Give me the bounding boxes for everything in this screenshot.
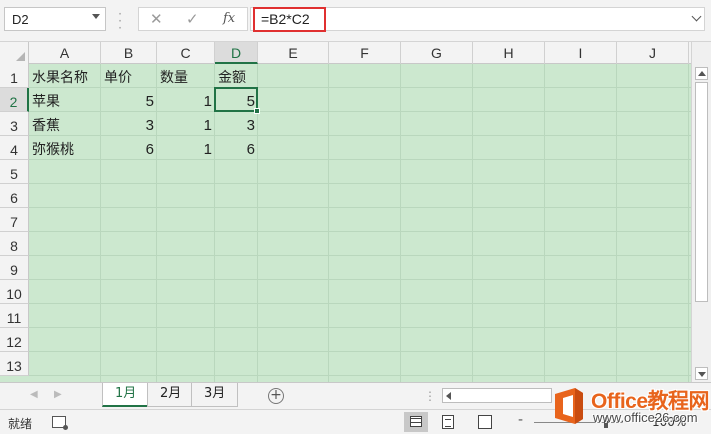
normal-view-button[interactable]: [404, 412, 428, 432]
column-header-c[interactable]: C: [157, 42, 215, 64]
formula-text: =B2*C2: [261, 11, 310, 27]
sheet-tab-2[interactable]: 2月: [147, 383, 195, 407]
select-all-icon: [16, 52, 25, 61]
tab-split-grip-icon[interactable]: ⋮: [424, 389, 436, 403]
cell-a4[interactable]: 弥猴桃: [29, 138, 101, 162]
next-sheet-icon[interactable]: ▶: [54, 389, 62, 400]
cell-a2[interactable]: 苹果: [29, 90, 101, 114]
column-header-h[interactable]: H: [473, 42, 545, 64]
cell-b1[interactable]: 单价: [101, 66, 157, 90]
gridline: [29, 351, 691, 352]
gridline: [29, 183, 691, 184]
formula-buttons: ✕ ✓ fx: [138, 7, 248, 31]
row-header-4[interactable]: 4: [0, 136, 29, 160]
row-header-9[interactable]: 9: [0, 256, 29, 280]
vertical-scroll-thumb[interactable]: [695, 82, 708, 302]
vertical-scrollbar[interactable]: [691, 42, 711, 382]
name-box-dropdown-icon[interactable]: [92, 14, 100, 19]
formula-bar-grip-icon[interactable]: · · ·: [117, 8, 123, 34]
row-header-8[interactable]: 8: [0, 232, 29, 256]
insert-function-button[interactable]: fx: [223, 11, 235, 26]
row-header-13[interactable]: 13: [0, 352, 29, 376]
office-logo-icon: [555, 388, 583, 424]
formula-bar: D2 · · · ✕ ✓ fx =B2*C2: [0, 0, 711, 42]
fill-handle[interactable]: [254, 108, 260, 114]
expand-formula-bar-icon[interactable]: [691, 11, 702, 22]
column-header-g[interactable]: G: [401, 42, 473, 64]
cancel-icon[interactable]: ✕: [150, 10, 163, 28]
row-header-3[interactable]: 3: [0, 112, 29, 136]
row-header-10[interactable]: 10: [0, 280, 29, 304]
select-all-button[interactable]: [0, 42, 29, 64]
add-sheet-button[interactable]: +: [268, 388, 284, 404]
cell-b2[interactable]: 5: [101, 90, 157, 114]
row-header-5[interactable]: 5: [0, 160, 29, 184]
scroll-down-icon[interactable]: [695, 367, 708, 380]
cell-c3[interactable]: 1: [157, 114, 215, 138]
enter-icon[interactable]: ✓: [186, 10, 199, 28]
scroll-left-icon[interactable]: [446, 392, 451, 400]
cell-c4[interactable]: 1: [157, 138, 215, 162]
row-header-12[interactable]: 12: [0, 328, 29, 352]
row-header-2[interactable]: 2: [0, 88, 29, 112]
row-header-1[interactable]: 1: [0, 64, 29, 88]
normal-view-icon: [410, 416, 422, 427]
row-header-11[interactable]: 11: [0, 304, 29, 328]
cell-a1[interactable]: 水果名称: [29, 66, 101, 90]
gridline: [29, 303, 691, 304]
cell-b4[interactable]: 6: [101, 138, 157, 162]
gridline: [29, 255, 691, 256]
column-header-j[interactable]: J: [617, 42, 689, 64]
sheet-tab-3[interactable]: 3月: [191, 383, 239, 407]
horizontal-scrollbar[interactable]: [442, 388, 552, 403]
macro-record-icon[interactable]: [52, 416, 68, 430]
column-header-f[interactable]: F: [329, 42, 401, 64]
cell-c2[interactable]: 1: [157, 90, 215, 114]
gridline: [29, 231, 691, 232]
row-header-7[interactable]: 7: [0, 208, 29, 232]
column-header-a[interactable]: A: [29, 42, 101, 64]
cell-d3[interactable]: 3: [215, 114, 258, 138]
gridline: [29, 279, 691, 280]
cell-b3[interactable]: 3: [101, 114, 157, 138]
column-header-i[interactable]: I: [545, 42, 617, 64]
prev-sheet-icon[interactable]: ◀: [30, 389, 38, 400]
spreadsheet-grid[interactable]: ABCDEFGHIJ 1 2 3 4 5 6 7 8 9 10 11 12 13 水果名称 单价 数量 金额 苹果…: [0, 42, 691, 382]
gridline: [29, 207, 691, 208]
zoom-out-button[interactable]: -: [518, 412, 523, 428]
gridline: [29, 327, 691, 328]
scroll-up-icon[interactable]: [695, 67, 708, 80]
formula-input[interactable]: =B2*C2: [250, 7, 705, 32]
page-break-view-icon[interactable]: [478, 415, 492, 429]
gridline: [29, 375, 691, 376]
cell-c1[interactable]: 数量: [157, 66, 215, 90]
column-header-e[interactable]: E: [258, 42, 329, 64]
page-layout-view-icon[interactable]: [442, 415, 454, 429]
name-box-value: D2: [12, 12, 29, 27]
status-text: 就绪: [8, 417, 33, 431]
name-box[interactable]: D2: [4, 7, 106, 31]
column-header-b[interactable]: B: [101, 42, 157, 64]
sheet-tab-1[interactable]: 1月: [102, 383, 150, 407]
row-header-6[interactable]: 6: [0, 184, 29, 208]
watermark-url: www.office26.com: [593, 410, 698, 425]
active-cell-border: [214, 87, 260, 114]
cell-a3[interactable]: 香蕉: [29, 114, 101, 138]
cell-d4[interactable]: 6: [215, 138, 258, 162]
watermark: Office教程网 www.office26.com: [545, 383, 711, 428]
column-header-row: ABCDEFGHIJ: [0, 42, 691, 64]
column-header-d[interactable]: D: [215, 42, 258, 64]
